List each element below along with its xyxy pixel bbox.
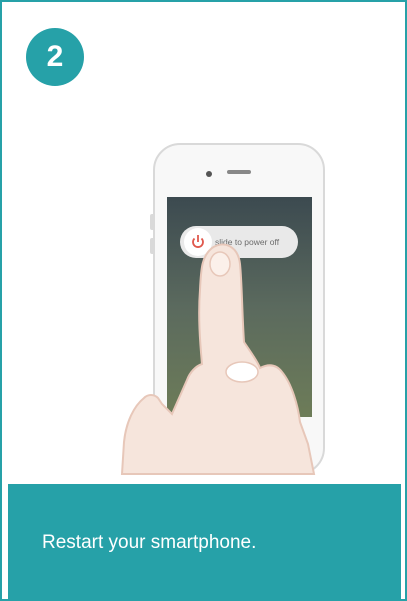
phone-side-button	[150, 238, 155, 254]
phone-speaker	[227, 170, 251, 174]
phone-camera	[206, 171, 212, 177]
knuckle	[225, 361, 259, 383]
step-number-badge: 2	[26, 28, 84, 86]
phone-side-button	[150, 214, 155, 230]
step-caption: Restart your smartphone.	[42, 532, 257, 553]
fingernail	[209, 251, 231, 277]
